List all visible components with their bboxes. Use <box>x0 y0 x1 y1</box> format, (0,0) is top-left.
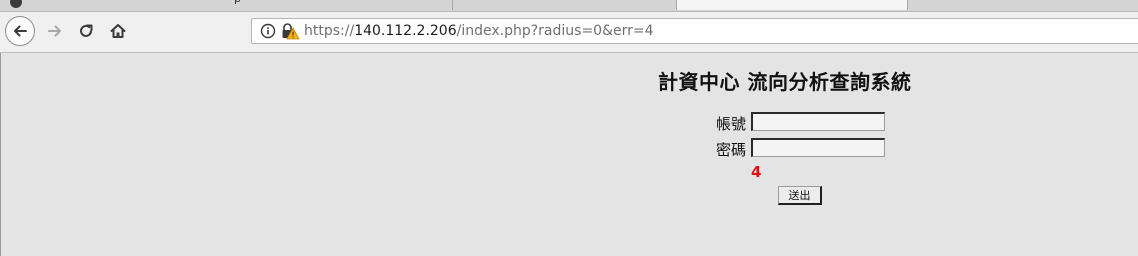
reload-icon <box>80 24 93 37</box>
page-content: 計資中心 流向分析查詢系統 帳號 密碼 4 送出 <box>0 53 1138 256</box>
tab-strip: p <box>0 0 1138 12</box>
back-button[interactable] <box>5 16 35 46</box>
error-code: 4 <box>751 163 762 181</box>
page-title: 計資中心 流向分析查詢系統 <box>658 70 912 94</box>
username-label: 帳號 <box>716 115 747 133</box>
password-label: 密碼 <box>716 141 747 159</box>
home-icon <box>110 24 126 38</box>
reload-button[interactable] <box>71 16 101 46</box>
url-host: 140.112.2.206 <box>354 23 457 39</box>
tab-active[interactable] <box>676 0 908 10</box>
forward-button[interactable] <box>40 16 70 46</box>
arrow-right-icon <box>48 25 61 37</box>
insecure-lock-icon[interactable] <box>280 22 300 40</box>
submit-button[interactable]: 送出 <box>778 186 822 205</box>
browser-toolbar: https://140.112.2.206/index.php?radius=0… <box>0 12 1138 53</box>
tab-2[interactable] <box>452 0 677 10</box>
home-button[interactable] <box>103 16 133 46</box>
info-icon[interactable] <box>260 23 276 39</box>
url-path: /index.php?radius=0&err=4 <box>456 23 654 39</box>
tab-1[interactable]: p <box>228 0 453 10</box>
url-text[interactable]: https://140.112.2.206/index.php?radius=0… <box>304 23 654 39</box>
browser-menu-icon[interactable] <box>10 0 22 8</box>
password-field[interactable] <box>751 138 885 157</box>
url-bar[interactable]: https://140.112.2.206/index.php?radius=0… <box>251 18 1138 44</box>
arrow-left-icon <box>14 25 27 37</box>
username-field[interactable] <box>751 112 885 131</box>
url-scheme: https:// <box>304 23 355 39</box>
page-edge-divider <box>0 53 1 256</box>
tab-1-label: p <box>234 0 241 5</box>
